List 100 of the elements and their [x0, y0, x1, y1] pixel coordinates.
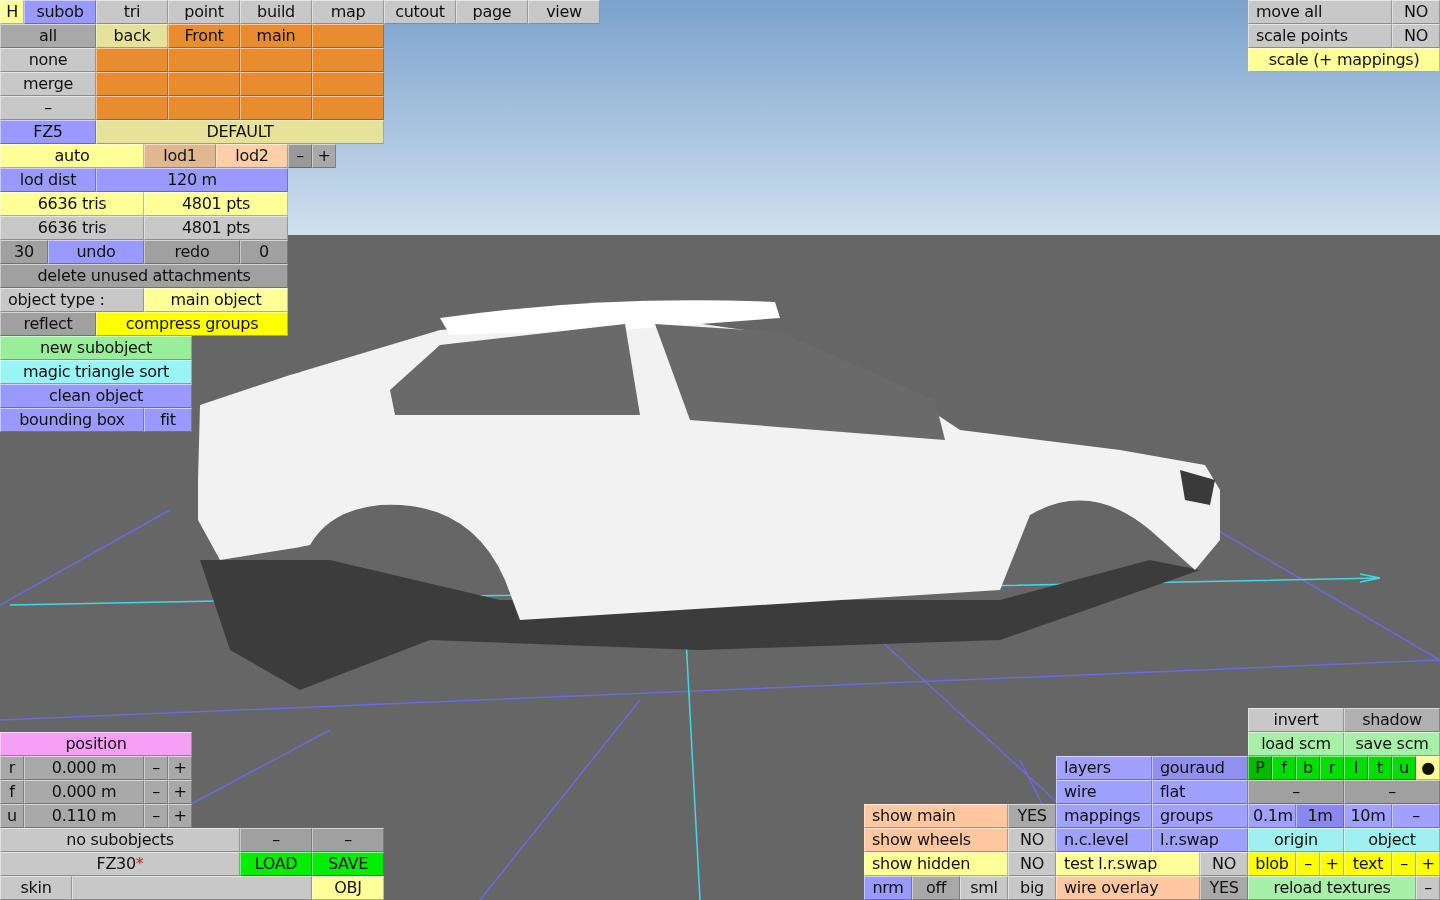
- tool-button[interactable]: new subobject: [0, 336, 192, 360]
- tool-button[interactable]: –: [288, 144, 312, 168]
- tool-button[interactable]: clean object: [0, 384, 192, 408]
- tool-button[interactable]: 0.000 m: [24, 756, 144, 780]
- tool-button[interactable]: b: [1296, 756, 1320, 780]
- blank-button[interactable]: [312, 96, 384, 120]
- blank-button[interactable]: [168, 72, 240, 96]
- tool-button[interactable]: NO: [1200, 852, 1248, 876]
- tool-button[interactable]: scale (+ mappings): [1248, 48, 1440, 72]
- tool-button[interactable]: –: [1248, 780, 1344, 804]
- blank-button[interactable]: [240, 96, 312, 120]
- tool-button[interactable]: NO: [1008, 828, 1056, 852]
- tool-button[interactable]: lod1: [144, 144, 216, 168]
- tool-button[interactable]: 0.000 m: [24, 780, 144, 804]
- tool-button[interactable]: n.c.level: [1056, 828, 1152, 852]
- tool-button[interactable]: FZ5: [0, 120, 96, 144]
- tool-button[interactable]: invert: [1248, 708, 1344, 732]
- tool-button[interactable]: t: [1368, 756, 1392, 780]
- tool-button[interactable]: 0.1m: [1248, 804, 1296, 828]
- tool-button[interactable]: merge: [0, 72, 96, 96]
- tool-button[interactable]: LOAD: [240, 852, 312, 876]
- tool-button[interactable]: nrm: [864, 876, 912, 900]
- tool-button[interactable]: +: [1320, 852, 1344, 876]
- tool-button[interactable]: sml: [960, 876, 1008, 900]
- tool-button[interactable]: mappings: [1056, 804, 1152, 828]
- tool-button[interactable]: lod dist: [0, 168, 96, 192]
- tool-button[interactable]: u: [0, 804, 24, 828]
- tool-button[interactable]: page: [456, 0, 528, 24]
- tool-button[interactable]: –: [1344, 780, 1440, 804]
- tool-button[interactable]: P: [1248, 756, 1272, 780]
- tool-button[interactable]: 120 m: [96, 168, 288, 192]
- tool-button[interactable]: save scm: [1344, 732, 1440, 756]
- tool-button[interactable]: ●: [1416, 756, 1440, 780]
- tool-button[interactable]: NO: [1008, 852, 1056, 876]
- tool-button[interactable]: –: [0, 96, 96, 120]
- blank-button[interactable]: [96, 96, 168, 120]
- tool-button[interactable]: l: [1344, 756, 1368, 780]
- tool-button[interactable]: subob: [24, 0, 96, 24]
- tool-button[interactable]: –: [144, 756, 168, 780]
- tool-button[interactable]: blob: [1248, 852, 1296, 876]
- tool-button[interactable]: bounding box: [0, 408, 144, 432]
- tool-button[interactable]: tri: [96, 0, 168, 24]
- tool-button[interactable]: fit: [144, 408, 192, 432]
- tool-button[interactable]: map: [312, 0, 384, 24]
- tool-button[interactable]: show hidden: [864, 852, 1008, 876]
- tool-button[interactable]: 6636 tris: [0, 192, 144, 216]
- tool-button[interactable]: +: [168, 804, 192, 828]
- tool-button[interactable]: 4801 pts: [144, 192, 288, 216]
- tool-button[interactable]: test l.r.swap: [1056, 852, 1200, 876]
- tool-button[interactable]: r: [0, 756, 24, 780]
- tool-button[interactable]: reload textures: [1248, 876, 1416, 900]
- tool-button[interactable]: u: [1392, 756, 1416, 780]
- tool-button[interactable]: load scm: [1248, 732, 1344, 756]
- tool-button[interactable]: 1m: [1296, 804, 1344, 828]
- tool-button[interactable]: –: [1392, 804, 1440, 828]
- tool-button[interactable]: Front: [168, 24, 240, 48]
- tool-button[interactable]: object: [1344, 828, 1440, 852]
- tool-button[interactable]: undo: [48, 240, 144, 264]
- tool-button[interactable]: +: [1416, 852, 1440, 876]
- tool-button[interactable]: 6636 tris: [0, 216, 144, 240]
- tool-button[interactable]: show wheels: [864, 828, 1008, 852]
- tool-button[interactable]: show main: [864, 804, 1008, 828]
- blank-button[interactable]: [168, 48, 240, 72]
- tool-button[interactable]: move all: [1248, 0, 1392, 24]
- tool-button[interactable]: compress groups: [96, 312, 288, 336]
- tool-button[interactable]: –: [1296, 852, 1320, 876]
- tool-button[interactable]: gouraud: [1152, 756, 1248, 780]
- tool-button[interactable]: object type :: [0, 288, 144, 312]
- blank-button[interactable]: [96, 72, 168, 96]
- tool-button[interactable]: flat: [1152, 780, 1248, 804]
- tool-button[interactable]: f: [0, 780, 24, 804]
- tool-button[interactable]: redo: [144, 240, 240, 264]
- tool-button[interactable]: delete unused attachments: [0, 264, 288, 288]
- blank-button[interactable]: [312, 72, 384, 96]
- tool-button[interactable]: NO: [1392, 24, 1440, 48]
- tool-button[interactable]: l.r.swap: [1152, 828, 1248, 852]
- tool-button[interactable]: text: [1344, 852, 1392, 876]
- tool-button[interactable]: build: [240, 0, 312, 24]
- tool-button[interactable]: view: [528, 0, 600, 24]
- blank-button[interactable]: [240, 72, 312, 96]
- tool-button[interactable]: no subobjects: [0, 828, 240, 852]
- blank-button[interactable]: [240, 48, 312, 72]
- tool-button[interactable]: SAVE: [312, 852, 384, 876]
- tool-button[interactable]: DEFAULT: [96, 120, 384, 144]
- tool-button[interactable]: magic triangle sort: [0, 360, 192, 384]
- tool-button[interactable]: +: [168, 756, 192, 780]
- tool-button[interactable]: H: [0, 0, 24, 24]
- tool-button[interactable]: OBJ: [312, 876, 384, 900]
- blank-button[interactable]: [312, 24, 384, 48]
- tool-button[interactable]: lod2: [216, 144, 288, 168]
- tool-button[interactable]: wire overlay: [1056, 876, 1200, 900]
- tool-button[interactable]: none: [0, 48, 96, 72]
- tool-button[interactable]: auto: [0, 144, 144, 168]
- tool-button[interactable]: shadow: [1344, 708, 1440, 732]
- tool-button[interactable]: 10m: [1344, 804, 1392, 828]
- tool-button[interactable]: FZ30*: [0, 852, 240, 876]
- tool-button[interactable]: –: [1416, 876, 1440, 900]
- tool-button[interactable]: groups: [1152, 804, 1248, 828]
- tool-button[interactable]: origin: [1248, 828, 1344, 852]
- tool-button[interactable]: f: [1272, 756, 1296, 780]
